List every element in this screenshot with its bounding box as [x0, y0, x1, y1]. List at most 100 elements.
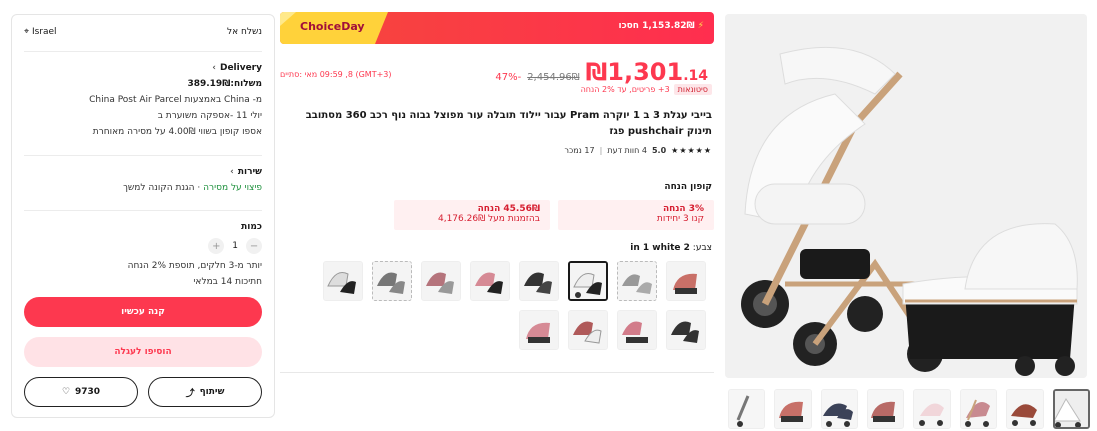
quantity-section: כמות − 1 + יותר מ-3 חלקים, תוספת 2% הנחה…: [24, 222, 262, 290]
coupon-bulk-desc: קנו 3 יחידות: [656, 214, 704, 224]
color-swatch[interactable]: [519, 310, 559, 350]
service-compensation: פיצוי על מסירה: [203, 183, 262, 193]
coupon-amount[interactable]: 45.56₪ הנחה בהזמנות מעל 4,176.26₪: [394, 200, 550, 230]
late-delivery-coupon: אספו קופון בשווי 4.00₪ על מסירה מאוחרת: [92, 127, 262, 137]
choice-day-banner: ChoiceDay ⚡ 1,153.82₪ חסכו: [280, 12, 714, 44]
selected-color: 2 in 1 white: [630, 243, 690, 253]
coupon-bulk-title: 3% הנחה: [662, 204, 704, 214]
product-main-image[interactable]: [725, 14, 1087, 378]
color-swatch[interactable]: [568, 310, 608, 350]
shipping-cost-text: משלוח:389.19₪: [187, 79, 262, 89]
buy-now-button[interactable]: קנה עכשיו: [24, 297, 262, 327]
gallery-thumb[interactable]: [867, 389, 905, 429]
service-label: שירות: [237, 167, 262, 177]
price-row: ₪1,301.14 2,454.96₪ -47%: [495, 58, 708, 86]
divider: [24, 155, 262, 156]
quantity-stepper: − 1 +: [24, 238, 262, 254]
gallery-thumb[interactable]: [820, 389, 859, 429]
bolt-icon: ⚡: [697, 21, 704, 31]
ship-from: מ- China באמצעות China Post Air Parcel: [89, 95, 262, 105]
gallery-thumb[interactable]: [1052, 389, 1090, 429]
purchase-panel: נשלח אל ⌖ Israel Delivery› משלוח:389.19₪…: [11, 14, 275, 418]
color-selector-label: צבע: 2 in 1 white: [630, 243, 712, 253]
service-section: שירות› פיצוי על מסירה · הגנת הקונה למשך: [24, 167, 262, 196]
service-text: פיצוי על מסירה · הגנת הקונה למשך: [24, 180, 262, 196]
bulk-discount-text: 3+ פריטים, עד 2% הנחה: [580, 85, 670, 94]
color-swatch[interactable]: [666, 261, 706, 301]
delivery-eta: יולי 11 -אספקה משוערת ב: [157, 111, 262, 121]
color-swatch[interactable]: [666, 310, 706, 350]
price-main: 1,301: [607, 58, 684, 86]
ship-to-row[interactable]: נשלח אל ⌖ Israel: [24, 27, 262, 37]
bulk-discount-note: יותר מ-3 חלקים, תוספת 2% הנחה: [127, 261, 262, 271]
color-swatches: [282, 261, 706, 350]
current-price: ₪1,301.14: [586, 58, 708, 86]
wholesale-badge[interactable]: סיטונאות: [673, 84, 712, 95]
coupon-bulk[interactable]: 3% הנחה קנו 3 יחידות: [558, 200, 714, 230]
color-swatch[interactable]: [617, 310, 657, 350]
divider: [24, 210, 262, 211]
product-info: ChoiceDay ⚡ 1,153.82₪ חסכו ₪1,301.14 2,4…: [280, 12, 714, 373]
gallery-thumb[interactable]: [1006, 389, 1044, 429]
divider: |: [599, 146, 603, 155]
wishlist-count: 9730: [75, 387, 101, 397]
coupon-amount-title: 45.56₪ הנחה: [477, 204, 540, 214]
color-swatch[interactable]: [421, 261, 461, 301]
review-count[interactable]: 4 חוות דעת: [607, 146, 647, 155]
gallery-thumbnails: [727, 389, 1090, 429]
sold-count: 17 נמכר: [564, 146, 595, 155]
shipping-cost: משלוח:389.19₪: [24, 76, 262, 92]
share-button[interactable]: שיתוף ⤴: [148, 377, 262, 407]
bulk-tags: סיטונאות 3+ פריטים, עד 2% הנחה: [581, 84, 712, 95]
service-protection: · הגנת הקונה למשך: [123, 183, 204, 193]
original-price: 2,454.96₪: [527, 72, 580, 83]
chevron-right-icon: ›: [212, 63, 216, 73]
color-swatch[interactable]: [617, 261, 657, 301]
wishlist-button[interactable]: 9730 ♡: [24, 377, 138, 407]
delivery-heading[interactable]: Delivery›: [24, 63, 262, 73]
delivery-label: Delivery: [219, 63, 262, 73]
divider: [24, 51, 262, 52]
divider: [280, 372, 714, 373]
color-swatch[interactable]: [470, 261, 510, 301]
heart-icon: ♡: [61, 387, 71, 397]
gallery-thumb[interactable]: [959, 389, 998, 429]
star-rating-icon: ★★★★★: [671, 146, 712, 155]
ship-to-country[interactable]: ⌖ Israel: [24, 27, 57, 37]
color-swatch[interactable]: [323, 261, 363, 301]
quantity-value[interactable]: 1: [232, 241, 238, 251]
chevron-right-icon: ›: [230, 167, 234, 177]
price-currency: ₪: [585, 58, 608, 86]
country-name: Israel: [31, 27, 57, 37]
coupon-amount-desc: בהזמנות מעל 4,176.26₪: [437, 214, 540, 224]
price-cents: .14: [683, 68, 708, 84]
color-label-text: צבע:: [692, 243, 712, 253]
discount-percent: -47%: [495, 72, 522, 83]
quantity-minus-button[interactable]: −: [246, 238, 262, 254]
delivery-section: Delivery› משלוח:389.19₪ מ- China באמצעות…: [24, 63, 262, 140]
color-swatch-selected[interactable]: [568, 261, 608, 301]
choice-day-text: ChoiceDay: [300, 20, 365, 33]
gallery-thumb[interactable]: [727, 389, 766, 429]
color-swatch[interactable]: [519, 261, 559, 301]
quantity-plus-button[interactable]: +: [208, 238, 225, 254]
rating-row[interactable]: ★★★★★ 5.0 4 חוות דעת | 17 נמכר: [564, 146, 712, 155]
service-heading[interactable]: שירות›: [24, 167, 262, 177]
banner-savings: ⚡ 1,153.82₪ חסכו: [618, 21, 704, 31]
rating-score: 5.0: [651, 146, 667, 155]
sale-end-time: (GMT+3) 09:59 ,8 מאי :סתיים: [280, 70, 392, 79]
ship-to-label: נשלח אל: [227, 27, 262, 37]
color-swatch[interactable]: [372, 261, 412, 301]
share-label: שיתוף: [199, 387, 225, 397]
share-icon: ⤴: [185, 388, 195, 399]
gallery-thumb[interactable]: [913, 389, 951, 429]
stock-availability: חתיכות 14 במלאי: [193, 277, 262, 287]
coupon-label: קופון הנחה: [664, 182, 712, 192]
banner-savings-text: 1,153.82₪ חסכו: [618, 21, 695, 31]
gallery-thumb[interactable]: [774, 389, 812, 429]
product-title: בייבי עגלת 3 ב 1 יוקרה Pram עבור יילוד ת…: [305, 110, 712, 137]
stroller-illustration: [725, 14, 1087, 378]
location-pin-icon: ⌖: [24, 27, 30, 37]
add-to-cart-button[interactable]: הוסיפו לעגלה: [24, 337, 262, 367]
quantity-label: כמות: [241, 222, 262, 232]
